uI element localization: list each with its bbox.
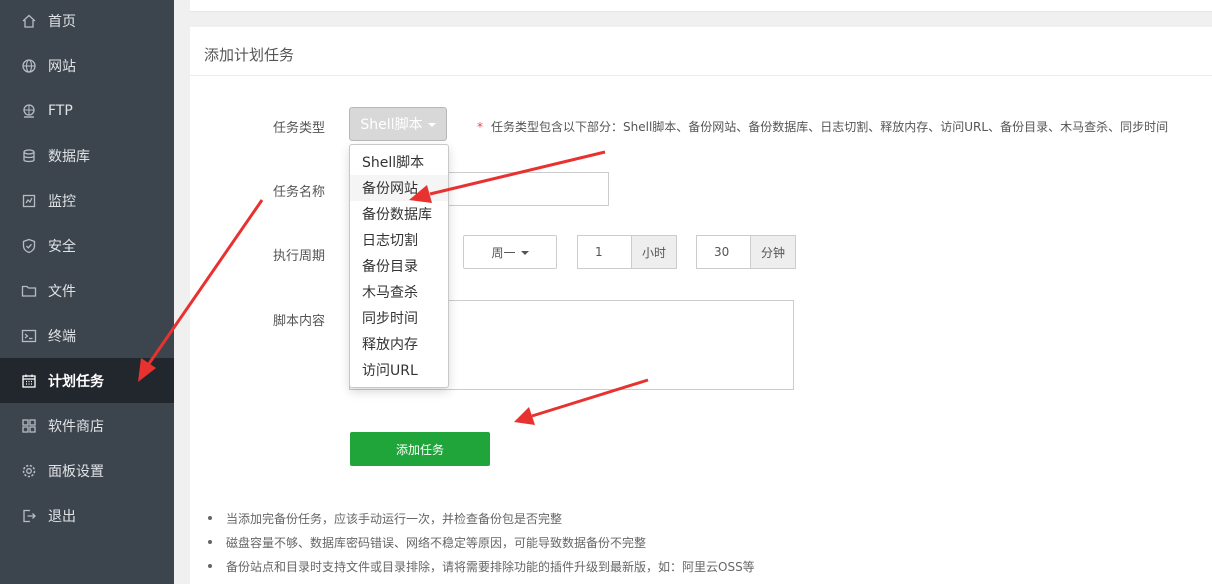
dropdown-option-trojan-scan[interactable]: 木马查杀 — [350, 279, 448, 305]
caret-down-icon — [427, 123, 436, 127]
task-type-hint-text: 任务类型包含以下部分：Shell脚本、备份网站、备份数据库、日志切割、释放内存、… — [491, 120, 1169, 134]
dropdown-option-release-mem[interactable]: 释放内存 — [350, 331, 448, 357]
minute-field[interactable]: 30 分钟 — [696, 235, 796, 269]
sidebar-item-label: 终端 — [48, 328, 76, 345]
sidebar-item-cron[interactable]: 计划任务 — [0, 358, 174, 403]
sidebar-item-database[interactable]: 数据库 — [0, 133, 174, 178]
sidebar-item-label: 安全 — [48, 238, 76, 255]
sidebar-item-website[interactable]: 网站 — [0, 43, 174, 88]
sidebar-item-label: 首页 — [48, 13, 76, 30]
task-type-label: 任务类型 — [273, 121, 326, 136]
gear-icon — [20, 462, 38, 480]
minute-input[interactable]: 30 — [697, 236, 751, 268]
dropdown-option-backup-dir[interactable]: 备份目录 — [350, 253, 448, 279]
ftp-globe-icon — [20, 102, 38, 120]
logout-icon — [20, 507, 38, 525]
caret-down-icon — [520, 251, 529, 255]
sidebar-item-terminal[interactable]: 终端 — [0, 313, 174, 358]
home-icon — [20, 12, 38, 30]
bullet-icon — [208, 540, 212, 544]
sidebar-item-label: FTP — [48, 102, 73, 119]
sidebar-item-label: 文件 — [48, 283, 76, 300]
sidebar-item-monitor[interactable]: 监控 — [0, 178, 174, 223]
hour-field[interactable]: 1 小时 — [577, 235, 677, 269]
sidebar-item-settings[interactable]: 面板设置 — [0, 448, 174, 493]
week-select[interactable]: 周一 — [463, 235, 557, 269]
sidebar-item-label: 软件商店 — [48, 418, 104, 435]
dropdown-option-shell[interactable]: Shell脚本 — [350, 149, 448, 175]
dropdown-option-log-cut[interactable]: 日志切割 — [350, 227, 448, 253]
required-star: * — [477, 120, 483, 134]
sidebar-item-security[interactable]: 安全 — [0, 223, 174, 268]
divider — [190, 75, 1212, 76]
top-panel — [190, 0, 1212, 12]
dropdown-option-backup-site[interactable]: 备份网站 — [350, 175, 448, 201]
sidebar-item-home[interactable]: 首页 — [0, 0, 174, 43]
add-cron-panel: 添加计划任务 任务类型 Shell脚本 * 任务类型包含以下部分：Shell脚本、… — [190, 27, 1212, 584]
bullet-icon — [208, 516, 212, 520]
calendar-icon — [20, 372, 38, 390]
task-type-dropdown: Shell脚本 备份网站 备份数据库 日志切割 备份目录 木马查杀 同步时间 释… — [349, 144, 449, 388]
bullet-icon — [208, 564, 212, 568]
sidebar-item-label: 监控 — [48, 193, 76, 210]
hour-input[interactable]: 1 — [578, 236, 632, 268]
grid-icon — [20, 417, 38, 435]
sidebar-item-label: 计划任务 — [48, 373, 104, 390]
task-type-value: Shell脚本 — [360, 117, 423, 133]
dropdown-option-backup-db[interactable]: 备份数据库 — [350, 201, 448, 227]
week-value: 周一 — [491, 245, 516, 260]
folder-icon — [20, 282, 38, 300]
period-label: 执行周期 — [273, 249, 326, 264]
sidebar-item-logout[interactable]: 退出 — [0, 493, 174, 538]
sidebar: 首页 网站 FTP 数据库 监控 安全 文件 终端 计划任务 软件商店 面板设置 — [0, 0, 174, 584]
dropdown-option-sync-time[interactable]: 同步时间 — [350, 305, 448, 331]
database-icon — [20, 147, 38, 165]
hour-unit: 小时 — [632, 236, 676, 268]
task-type-hint: * 任务类型包含以下部分：Shell脚本、备份网站、备份数据库、日志切割、释放内存… — [477, 118, 1168, 135]
sidebar-item-label: 退出 — [48, 508, 76, 525]
sidebar-item-ftp[interactable]: FTP — [0, 88, 174, 133]
sidebar-item-label: 数据库 — [48, 148, 90, 165]
dropdown-option-visit-url[interactable]: 访问URL — [350, 357, 448, 383]
note-text: 当添加完备份任务，应该手动运行一次，并检查备份包是否完整 — [226, 512, 563, 526]
add-task-button[interactable]: 添加任务 — [350, 432, 490, 466]
panel-title: 添加计划任务 — [204, 46, 295, 64]
sidebar-item-files[interactable]: 文件 — [0, 268, 174, 313]
task-name-label: 任务名称 — [273, 185, 326, 200]
note-text: 磁盘容量不够、数据库密码错误、网络不稳定等原因，可能导致数据备份不完整 — [226, 536, 647, 550]
monitor-icon — [20, 192, 38, 210]
minute-unit: 分钟 — [751, 236, 795, 268]
sidebar-item-store[interactable]: 软件商店 — [0, 403, 174, 448]
terminal-icon — [20, 327, 38, 345]
sidebar-item-label: 面板设置 — [48, 463, 104, 480]
task-type-select[interactable]: Shell脚本 — [349, 107, 447, 141]
sidebar-item-label: 网站 — [48, 58, 76, 75]
shield-icon — [20, 237, 38, 255]
note-text: 备份站点和目录时支持文件或目录排除，请将需要排除功能的插件升级到最新版，如：阿里… — [226, 560, 755, 574]
globe-icon — [20, 57, 38, 75]
script-label: 脚本内容 — [273, 314, 326, 329]
